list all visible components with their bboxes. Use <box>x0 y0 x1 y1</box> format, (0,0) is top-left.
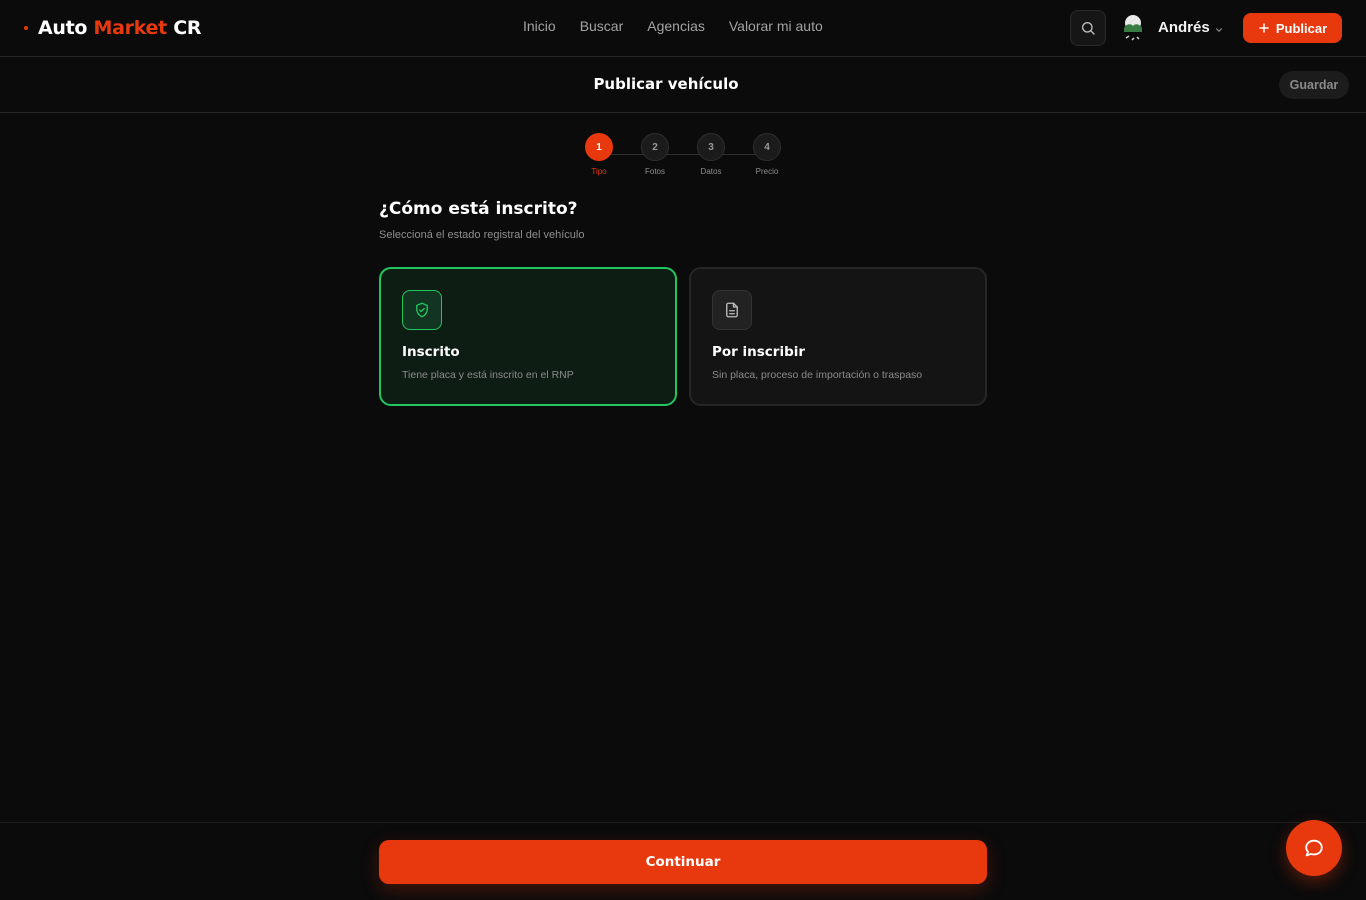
step-number: 4 <box>753 133 781 161</box>
progress-stepper: 1 Tipo 2 Fotos 3 Datos 4 Precio <box>585 133 781 179</box>
option-card-por-inscribir[interactable]: Por inscribir Sin placa, proceso de impo… <box>689 267 987 406</box>
stepper-line <box>599 154 767 155</box>
step-label: Datos <box>700 167 722 176</box>
question-subtitle: Seleccioná el estado registral del vehíc… <box>379 229 585 241</box>
nav-link-agencias[interactable]: Agencias <box>647 18 705 34</box>
chevron-down-icon[interactable] <box>1214 22 1224 40</box>
search-icon <box>1082 22 1095 35</box>
brand-name: Auto Market CR <box>38 17 202 39</box>
step-number: 3 <box>697 133 725 161</box>
page-header: Publicar vehículo Guardar <box>0 57 1366 113</box>
publish-button[interactable]: Publicar <box>1243 13 1342 43</box>
page-title: Publicar vehículo <box>593 75 739 93</box>
option-title: Por inscribir <box>712 344 806 360</box>
step-number: 2 <box>641 133 669 161</box>
nav-link-inicio[interactable]: Inicio <box>523 18 556 34</box>
user-name[interactable]: Andrés <box>1158 19 1210 36</box>
brand-dot <box>24 26 28 30</box>
plus-icon <box>1259 23 1269 33</box>
step-label: Tipo <box>591 167 607 176</box>
step-number: 1 <box>585 133 613 161</box>
nav-link-valorar[interactable]: Valorar mi auto <box>729 18 823 34</box>
step-precio[interactable]: 4 Precio <box>753 133 781 176</box>
step-fotos[interactable]: 2 Fotos <box>641 133 669 176</box>
option-description: Tiene placa y está inscrito en el RNP <box>402 369 574 381</box>
step-label: Precio <box>755 167 779 176</box>
top-navbar: Auto Market CR Inicio Buscar Agencias Va… <box>0 0 1366 57</box>
main-nav: Inicio Buscar Agencias Valorar mi auto <box>523 18 823 34</box>
option-card-inscrito[interactable]: Inscrito Tiene placa y está inscrito en … <box>379 267 677 406</box>
save-button[interactable]: Guardar <box>1279 71 1349 99</box>
step-label: Fotos <box>644 167 665 176</box>
option-description: Sin placa, proceso de importación o tras… <box>712 369 923 381</box>
chat-button[interactable] <box>1286 820 1342 876</box>
continue-button[interactable]: Continuar <box>379 840 987 884</box>
publish-button-label: Publicar <box>1275 20 1328 36</box>
nav-link-buscar[interactable]: Buscar <box>580 18 624 34</box>
chat-bubble-icon <box>1305 839 1323 857</box>
document-icon <box>712 290 752 330</box>
footer-bar: Continuar <box>0 822 1366 900</box>
brand-logo[interactable]: Auto Market CR <box>24 16 202 40</box>
step-tipo[interactable]: 1 Tipo <box>585 133 613 176</box>
search-button[interactable] <box>1070 10 1106 46</box>
step-datos[interactable]: 3 Datos <box>697 133 725 176</box>
question-title: ¿Cómo está inscrito? <box>379 199 578 219</box>
avatar[interactable] <box>1122 14 1144 42</box>
shield-check-icon <box>402 290 442 330</box>
option-title: Inscrito <box>402 344 460 360</box>
